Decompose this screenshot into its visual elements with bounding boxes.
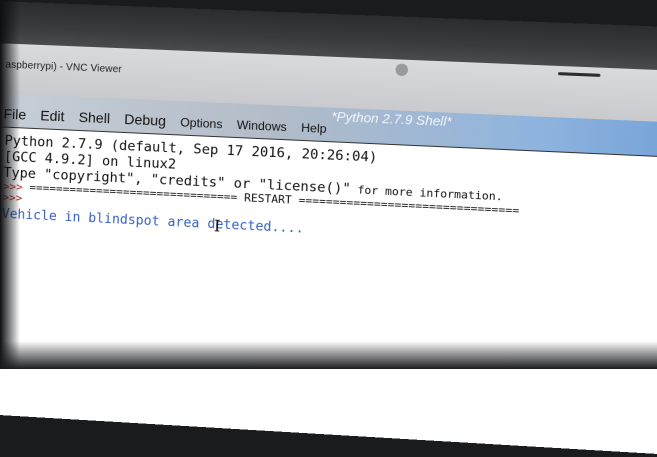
photo-scene: aspberrypi) - VNC Viewer File Edit Shell… [0, 0, 657, 457]
photo-left-shadow [0, 0, 20, 369]
window-title: *Python 2.7.9 Shell* [331, 108, 452, 130]
menu-edit[interactable]: Edit [40, 107, 65, 124]
bezel-bar-icon [557, 72, 601, 77]
menu-windows[interactable]: Windows [237, 116, 288, 134]
shell-output: Vehicle in blindspot area detected.... [1, 206, 304, 237]
shell-text-area[interactable]: Python 2.7.9 (default, Sep 17 2016, 20:2… [0, 126, 657, 457]
menu-shell[interactable]: Shell [78, 109, 110, 126]
text-cursor-icon: I [213, 216, 221, 236]
menu-debug[interactable]: Debug [124, 111, 166, 129]
menu-help[interactable]: Help [301, 119, 327, 136]
photo-bottom-shadow [0, 341, 657, 369]
webcam-dot-icon [395, 63, 409, 77]
python-shell-window: File Edit Shell Debug Options Windows He… [0, 93, 657, 457]
menu-options[interactable]: Options [180, 113, 223, 131]
vnc-title: aspberrypi) - VNC Viewer [5, 59, 123, 76]
